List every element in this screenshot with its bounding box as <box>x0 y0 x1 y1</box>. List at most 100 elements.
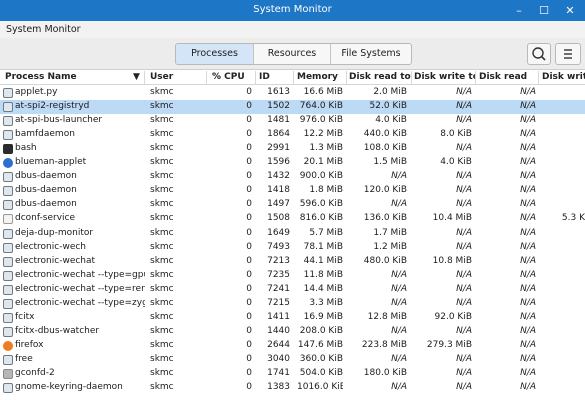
cell-dwt: 10.4 MiB <box>432 213 472 224</box>
cell-drt: 1.5 MiB <box>373 157 407 168</box>
cell-name: gconfd-2 <box>15 368 55 378</box>
minimize-button[interactable]: – <box>507 0 531 21</box>
cell-user: skmc <box>150 283 174 294</box>
table-row[interactable]: fcitx-dbus-watcher skmc 0 1440 208.0 KiB N/A N… <box>0 325 585 339</box>
cell-user: skmc <box>150 115 174 126</box>
cell-id: 1418 <box>267 185 290 196</box>
col-id[interactable]: ID <box>259 72 289 82</box>
gear-icon <box>3 186 13 197</box>
col-cpu[interactable]: % CPU <box>212 72 254 82</box>
cell-user: skmc <box>150 87 174 97</box>
cell-mem: 1.8 MiB <box>309 185 343 196</box>
table-row[interactable]: at-spi-bus-launcher skmc 0 1481 976.0 KiB 4.0… <box>0 114 585 128</box>
col-disk-read-total[interactable]: Disk read total <box>349 72 411 82</box>
cell-name: at-spi-bus-launcher <box>15 115 103 126</box>
table-row[interactable]: bamfdaemon skmc 0 1864 12.2 MiB 440.0 KiB 8.0 … <box>0 128 585 142</box>
cell-id: 1741 <box>267 368 290 378</box>
table-row[interactable]: electronic-wechat --type=zygote -- skmc 0 7… <box>0 297 585 311</box>
col-user[interactable]: User <box>150 72 200 82</box>
table-row[interactable]: at-spi2-registryd skmc 0 1502 764.0 KiB 52.0 … <box>0 100 585 115</box>
cell-mem: 16.6 MiB <box>303 87 343 97</box>
cell-dr: N/A <box>520 241 536 252</box>
cell-user: skmc <box>150 213 174 224</box>
tab-processes[interactable]: Processes <box>176 44 254 64</box>
tab-file-systems[interactable]: File Systems <box>331 44 411 64</box>
cell-mem: 900.0 KiB <box>299 171 343 182</box>
cell-drt: 2.0 MiB <box>373 87 407 97</box>
cell-user: skmc <box>150 241 174 252</box>
gear-icon <box>3 116 13 127</box>
cell-name: firefox <box>15 339 44 350</box>
table-row[interactable]: electronic-wech skmc 0 7493 78.1 MiB 1.2 MiB N… <box>0 241 585 255</box>
cell-dr: N/A <box>520 227 536 238</box>
cell-mem: 208.0 KiB <box>299 325 343 336</box>
table-row[interactable]: blueman-applet skmc 0 1596 20.1 MiB 1.5 MiB 4.… <box>0 156 585 170</box>
cell-dr: N/A <box>520 353 536 364</box>
cell-dwt: N/A <box>456 368 472 378</box>
cell-mem: 14.4 MiB <box>303 283 343 294</box>
table-row[interactable]: dconf-service skmc 0 1508 816.0 KiB 136.0 KiB… <box>0 212 585 226</box>
table-row[interactable]: electronic-wechat skmc 0 7213 44.1 MiB 480.0 … <box>0 255 585 269</box>
terminal-icon <box>3 144 13 155</box>
cell-cpu: 0 <box>246 368 252 378</box>
search-icon <box>532 47 546 61</box>
table-row[interactable]: dbus-daemon skmc 0 1497 596.0 KiB N/A N/A N/A <box>0 198 585 212</box>
cell-id: 7215 <box>267 297 290 308</box>
search-button[interactable] <box>527 43 551 65</box>
table-row[interactable]: applet.py skmc 0 1613 16.6 MiB 2.0 MiB N/A N/A <box>0 86 585 100</box>
col-memory[interactable]: Memory <box>297 72 345 82</box>
cell-cpu: 0 <box>246 325 252 336</box>
maximize-button[interactable]: ☐ <box>532 0 556 21</box>
cell-dwt: 279.3 MiB <box>426 339 472 350</box>
cell-dwt: N/A <box>456 227 472 238</box>
table-row[interactable]: gconfd-2 skmc 0 1741 504.0 KiB 180.0 KiB N/A N/… <box>0 367 585 381</box>
table-row[interactable]: electronic-wechat --type=renderer skmc 0 72… <box>0 283 585 297</box>
cell-mem: 504.0 KiB <box>299 368 343 378</box>
table-row[interactable]: free skmc 0 3040 360.0 KiB N/A N/A N/A <box>0 353 585 367</box>
cell-name: electronic-wechat <box>15 255 96 266</box>
gear-icon <box>3 130 13 141</box>
cell-dr: N/A <box>520 143 536 154</box>
cell-cpu: 0 <box>246 115 252 126</box>
table-row[interactable]: deja-dup-monitor skmc 0 1649 5.7 MiB 1.7 MiB N… <box>0 227 585 241</box>
cell-mem: 5.7 MiB <box>309 227 343 238</box>
table-row[interactable]: dbus-daemon skmc 0 1432 900.0 KiB N/A N/A N/A <box>0 170 585 184</box>
table-row[interactable]: gnome-keyring-daemon skmc 0 1383 1016.0 KiB N… <box>0 381 585 395</box>
table-row[interactable]: electronic-wechat --type=gpu-proc skmc 0 72… <box>0 269 585 283</box>
col-disk-write-total[interactable]: Disk write tota <box>414 72 475 82</box>
firefox-icon <box>3 340 13 351</box>
cell-user: skmc <box>150 171 174 182</box>
cell-mem: 147.6 MiB <box>297 339 343 350</box>
col-disk-read[interactable]: Disk read <box>479 72 537 82</box>
cell-dwt: 10.8 MiB <box>432 255 472 266</box>
gear-icon <box>3 200 13 211</box>
cell-id: 2644 <box>267 339 290 350</box>
cell-name: blueman-applet <box>15 157 87 168</box>
cell-user: skmc <box>150 382 174 393</box>
cell-dr: N/A <box>520 213 536 224</box>
cell-user: skmc <box>150 143 174 154</box>
cell-dwt: N/A <box>456 269 472 280</box>
tab-resources[interactable]: Resources <box>254 44 331 64</box>
app-menu[interactable]: System Monitor <box>6 24 81 35</box>
cell-id: 1508 <box>267 213 290 224</box>
table-row[interactable]: firefox skmc 0 2644 147.6 MiB 223.8 MiB 279.3 … <box>0 339 585 353</box>
sort-down-icon: ▼ <box>133 72 140 82</box>
cell-id: 1440 <box>267 325 290 336</box>
col-disk-write[interactable]: Disk write <box>542 72 585 82</box>
table-row[interactable]: bash skmc 0 2991 1.3 MiB 108.0 KiB N/A N/A <box>0 142 585 156</box>
table-row[interactable]: fcitx skmc 0 1411 16.9 MiB 12.8 MiB 92.0 KiB N/… <box>0 311 585 325</box>
cell-id: 7235 <box>267 269 290 280</box>
gear-icon <box>3 354 13 365</box>
menu-button[interactable] <box>555 43 581 65</box>
cell-name: dconf-service <box>15 213 76 224</box>
cell-drt: 12.8 MiB <box>367 311 407 322</box>
cell-user: skmc <box>150 199 174 210</box>
cell-cpu: 0 <box>246 129 252 140</box>
view-switcher: Processes Resources File Systems <box>175 43 412 65</box>
cell-cpu: 0 <box>246 297 252 308</box>
col-process-name[interactable]: Process Name <box>5 72 130 82</box>
close-button[interactable]: ✕ <box>558 0 582 21</box>
table-row[interactable]: dbus-daemon skmc 0 1418 1.8 MiB 120.0 KiB N/A N… <box>0 184 585 198</box>
cell-cpu: 0 <box>246 157 252 168</box>
